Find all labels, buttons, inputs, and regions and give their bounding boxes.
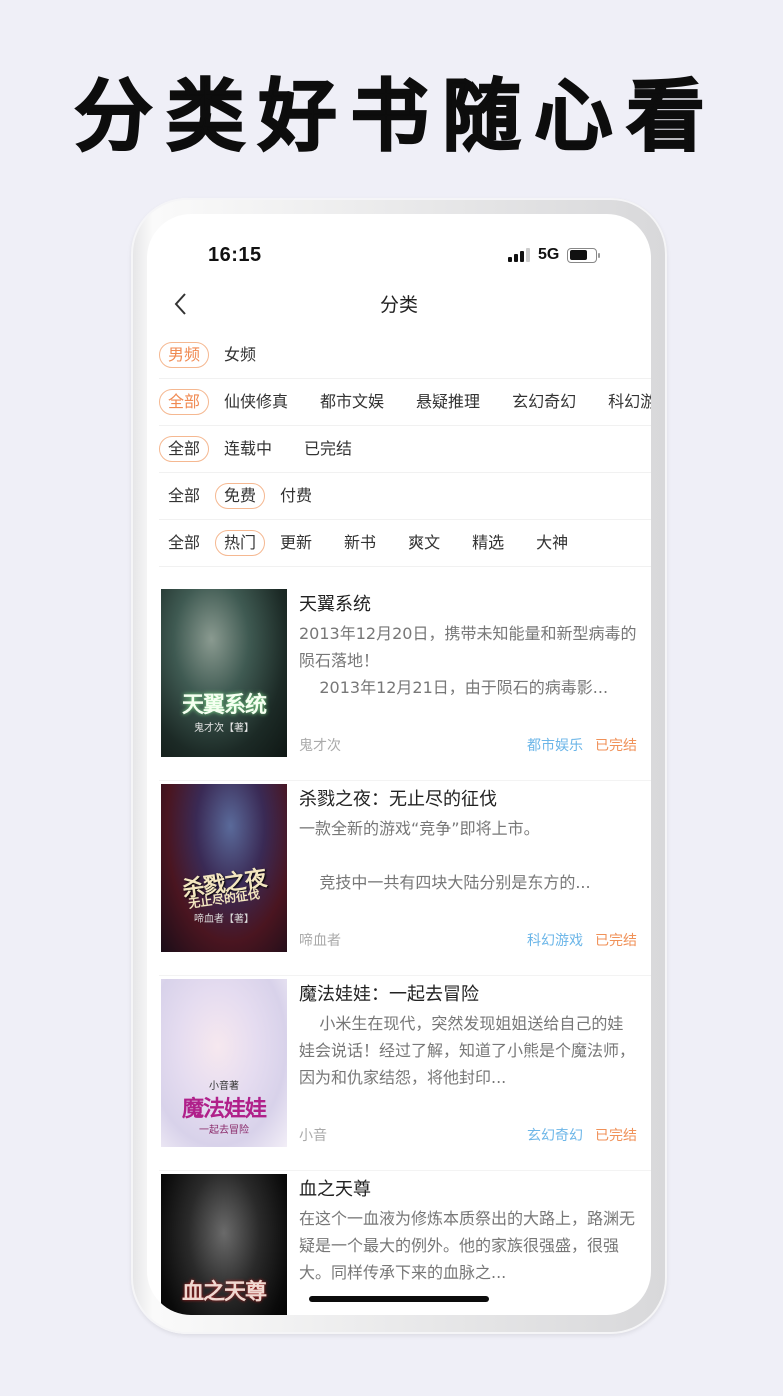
status-indicators: 5G	[508, 246, 601, 264]
filter-chip-free[interactable]: 免费	[215, 483, 266, 509]
filter-chip-fantasy[interactable]: 玄幻奇幻	[503, 389, 585, 415]
book-cover: 小音著 魔法娃娃 一起去冒险	[161, 979, 287, 1147]
filter-chip-paid[interactable]: 付费	[271, 483, 321, 509]
signal-icon	[508, 248, 530, 262]
filter-chip-price-all[interactable]: 全部	[159, 483, 209, 509]
genre-tag: 科幻游戏	[527, 933, 583, 949]
cover-title: 血之天尊	[181, 1279, 267, 1305]
book-title: 血之天尊	[299, 1179, 371, 1200]
book-cover: 杀戮之夜 无止尽的征伐 啼血者【著】	[161, 784, 287, 952]
book-list: 天翼系统 鬼才次【著】 天翼系统 2013年12月20日，携带未知能量和新型病毒…	[159, 586, 651, 1315]
book-tags: 都市娱乐 已完结	[527, 735, 637, 755]
book-author: 鬼才次	[299, 738, 341, 754]
filter-chip-mystery[interactable]: 悬疑推理	[407, 389, 489, 415]
filter-chip-male[interactable]: 男频	[159, 342, 210, 368]
status-time: 16:15	[208, 244, 262, 266]
home-indicator[interactable]	[309, 1296, 489, 1302]
book-author: 啼血者	[299, 933, 341, 949]
book-description: 在这个一血液为修炼本质祭出的大路上，路渊无疑是一个最大的例外。他的家族很强盛，很…	[299, 1209, 636, 1282]
filter-chip-xianxia[interactable]: 仙侠修真	[215, 389, 297, 415]
book-tags: 科幻游戏 已完结	[527, 930, 637, 950]
page-title: 分类	[379, 294, 418, 316]
filter-chip-female[interactable]: 女频	[215, 342, 265, 368]
book-description: 2013年12月20日，携带未知能量和新型病毒的陨石落地！ 2013年12月21…	[299, 624, 637, 697]
filter-chip-ongoing[interactable]: 连载中	[215, 436, 281, 462]
cover-byline: 啼血者【著】	[194, 914, 254, 925]
cover-title: 魔法娃娃	[181, 1096, 267, 1122]
book-item[interactable]: 血之天尊 血之天尊 在这个一血液为修炼本质祭出的大路上，路渊无疑是一个最大的例外…	[159, 1171, 651, 1315]
filter-chip-category-all[interactable]: 全部	[159, 389, 210, 415]
filter-panel: 男频 女频 全部 仙侠修真 都市文娱 悬疑推理 玄幻奇幻 科幻游戏 全部 连载中…	[159, 332, 651, 567]
genre-tag: 都市娱乐	[527, 738, 583, 754]
cover-byline: 鬼才次【著】	[194, 723, 254, 734]
filter-chip-urban[interactable]: 都市文娱	[311, 389, 393, 415]
filter-chip-master[interactable]: 大神	[527, 530, 577, 556]
filter-row-price: 全部 免费 付费	[159, 473, 651, 520]
book-item[interactable]: 天翼系统 鬼才次【著】 天翼系统 2013年12月20日，携带未知能量和新型病毒…	[159, 586, 651, 781]
status-tag: 已完结	[595, 933, 637, 949]
book-description: 一款全新的游戏“竞争”即将上市。 竞技中一共有四块大陆分别是东方的...	[299, 819, 591, 892]
filter-chip-updated[interactable]: 更新	[271, 530, 321, 556]
book-item[interactable]: 杀戮之夜 无止尽的征伐 啼血者【著】 杀戮之夜：无止尽的征伐 一款全新的游戏“竞…	[159, 781, 651, 976]
filter-row-serial-status: 全部 连载中 已完结	[159, 426, 651, 473]
filter-chip-sort-all[interactable]: 全部	[159, 530, 209, 556]
book-title: 天翼系统	[299, 594, 371, 615]
filter-chip-new[interactable]: 新书	[335, 530, 385, 556]
cover-byline: 小音著	[209, 1081, 239, 1092]
book-tags: 玄幻奇幻 已完结	[527, 1125, 637, 1145]
promo-headline: 分类好书随心看	[73, 71, 719, 163]
genre-tag: 玄幻奇幻	[527, 1128, 583, 1144]
book-description: 小米生在现代，突然发现姐姐送给自己的娃娃会说话！经过了解，知道了小熊是个魔法师，…	[299, 1014, 636, 1087]
book-cover: 血之天尊	[161, 1174, 287, 1315]
book-author: 小音	[299, 1128, 327, 1144]
filter-chip-scifi[interactable]: 科幻游戏	[599, 389, 651, 415]
phone-frame: 16:15 5G 分类 男频 女频 全部 仙侠修真 都市文娱 悬疑推理 玄幻奇幻…	[131, 198, 667, 1334]
cover-title: 天翼系统	[181, 693, 267, 718]
status-tag: 已完结	[595, 738, 637, 754]
book-cover: 天翼系统 鬼才次【著】	[161, 589, 287, 757]
filter-chip-hot[interactable]: 热门	[215, 530, 266, 556]
filter-chip-featured[interactable]: 精选	[463, 530, 513, 556]
filter-row-sort: 全部 热门 更新 新书 爽文 精选 大神	[159, 520, 651, 567]
filter-row-category: 全部 仙侠修真 都市文娱 悬疑推理 玄幻奇幻 科幻游戏	[159, 379, 651, 426]
filter-row-gender: 男频 女频	[159, 332, 651, 379]
filter-chip-cool[interactable]: 爽文	[399, 530, 449, 556]
network-type: 5G	[538, 246, 560, 263]
book-title: 魔法娃娃：一起去冒险	[299, 984, 479, 1005]
filter-chip-completed[interactable]: 已完结	[295, 436, 361, 462]
status-tag: 已完结	[595, 1128, 637, 1144]
book-item[interactable]: 小音著 魔法娃娃 一起去冒险 魔法娃娃：一起去冒险 小米生在现代，突然发现姐姐送…	[159, 976, 651, 1171]
filter-chip-status-all[interactable]: 全部	[159, 436, 210, 462]
book-title: 杀戮之夜：无止尽的征伐	[299, 789, 497, 810]
phone-screen: 16:15 5G 分类 男频 女频 全部 仙侠修真 都市文娱 悬疑推理 玄幻奇幻…	[147, 214, 651, 1315]
cover-subtitle: 一起去冒险	[199, 1125, 249, 1136]
battery-icon	[567, 247, 601, 263]
